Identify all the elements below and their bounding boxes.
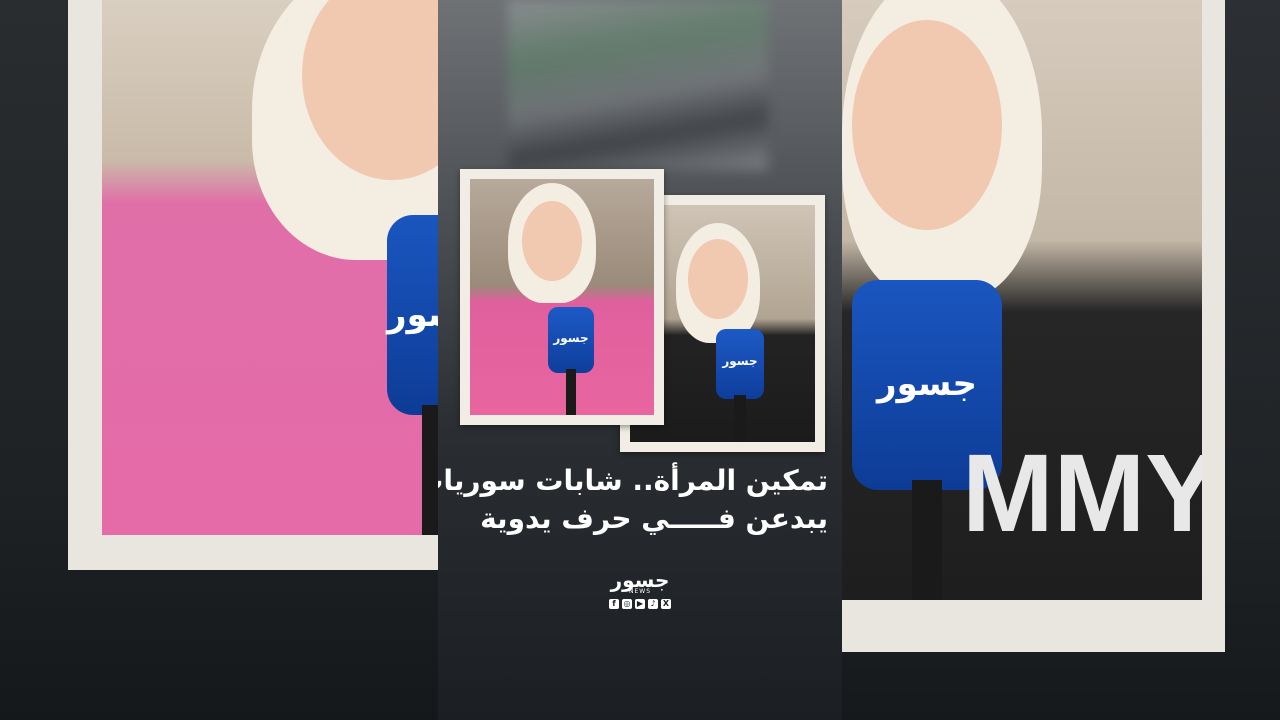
- microphone-handle: [566, 369, 576, 415]
- microphone-handle: [912, 480, 942, 600]
- tiktok-icon[interactable]: ♪: [648, 599, 658, 609]
- left-background-photo: جسور: [102, 0, 438, 535]
- facebook-icon[interactable]: f: [609, 599, 619, 609]
- right-background-frame: جسور MMY: [842, 0, 1225, 652]
- brand-logo: جسور NEWS f ◎ ▶ ♪ X: [604, 570, 676, 609]
- microphone: جسور: [716, 329, 764, 399]
- microphone-logo: جسور: [387, 295, 438, 335]
- logo-wordmark: جسور: [610, 568, 670, 592]
- right-blurred-background: جسور MMY: [842, 0, 1280, 720]
- microphone-handle: [734, 395, 746, 442]
- headline-line-1: تمكين المرأة.. شابات سوريات: [438, 464, 828, 497]
- social-icons: f ◎ ▶ ♪ X: [604, 599, 676, 609]
- interviewee-photo-pink: جسور: [470, 179, 654, 415]
- headline-line-2: يبدعن فـــــي حرف يدوية: [480, 502, 828, 535]
- microphone-logo: جسور: [877, 364, 977, 404]
- youtube-icon[interactable]: ▶: [635, 599, 645, 609]
- face-shape: [522, 201, 582, 281]
- microphone: جسور: [548, 307, 594, 373]
- left-background-frame: جسور: [68, 0, 438, 570]
- microphone-handle: [422, 405, 438, 535]
- microphone-logo: جسور: [722, 354, 758, 369]
- right-background-photo: جسور MMY: [842, 0, 1202, 600]
- instagram-icon[interactable]: ◎: [622, 599, 632, 609]
- shirt-text: MMY: [962, 432, 1202, 555]
- face-shape: [688, 239, 748, 319]
- headline: تمكين المرأة.. شابات سوريات يبدعن فـــــ…: [438, 462, 828, 538]
- blurred-flag-background: [508, 0, 768, 170]
- microphone: جسور: [387, 215, 438, 415]
- photo-card-left: جسور: [460, 169, 664, 425]
- video-center-panel: جسور جسور تمكين المرأة.. شابات سوريات يب…: [438, 0, 842, 720]
- microphone-logo: جسور: [553, 330, 589, 345]
- face-shape: [852, 20, 1002, 230]
- x-icon[interactable]: X: [661, 599, 671, 609]
- left-blurred-background: جسور: [0, 0, 438, 720]
